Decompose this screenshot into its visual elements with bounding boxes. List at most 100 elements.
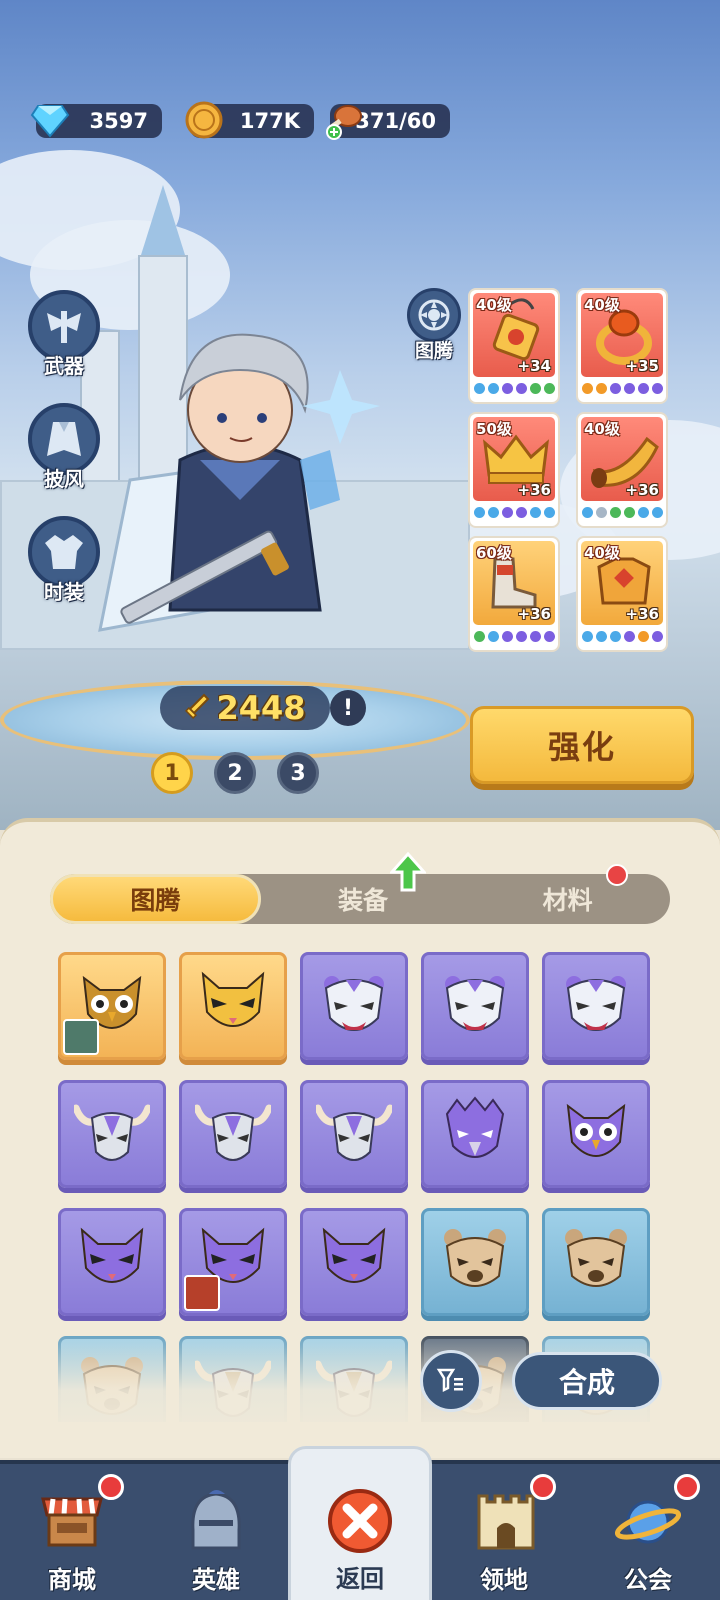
equipment-bonus: +34 [517,357,551,375]
totem-tile-cat[interactable] [300,1208,408,1316]
nav-territory-badge [530,1474,556,1500]
totem-tile-cat[interactable] [179,1208,287,1316]
merge-button[interactable]: 合成 [512,1352,662,1410]
equipped-hero-avatar [63,1019,99,1055]
filter-button[interactable] [420,1350,482,1412]
owl-mask-icon [566,1103,626,1157]
gem-slots [581,507,663,518]
strengthen-button[interactable]: 强化 [470,706,694,784]
totem-tile-cat[interactable] [58,1208,166,1316]
nav-return-label: 返回 [336,1565,384,1593]
combat-power: 2448 [160,686,330,730]
equipment-bonus: +36 [625,481,659,499]
equipment-bonus: +35 [625,357,659,375]
gem-slots [581,383,663,394]
equipment-level: 40级 [476,296,512,314]
nav-return[interactable]: 返回 [288,1446,432,1600]
stamina-counter[interactable]: 371/60 [326,104,450,140]
nav-hero[interactable]: 英雄 [144,1464,288,1600]
totem-tile-tiger[interactable] [421,952,529,1060]
totem-tile-owl[interactable] [58,952,166,1060]
totem-tile-owl[interactable] [542,1080,650,1188]
loadout-page-1[interactable]: 1 [151,752,193,794]
cat-mask-icon [201,971,265,1027]
hero-character [90,310,390,690]
tab-totem[interactable]: 图腾 [50,874,261,924]
bear-mask-icon [565,1229,627,1287]
tab-equipment[interactable]: 装备 [261,874,466,924]
totem-tile-bear[interactable] [542,1208,650,1316]
nav-territory[interactable]: 领地 [432,1464,576,1600]
equipment-slot-amulet[interactable]: 40级 +34 [468,288,560,404]
gem-slots [473,383,555,394]
totem-tile-bull[interactable] [58,1080,166,1188]
bull-mask-icon [316,1104,392,1161]
bottom-nav: 商城 英雄 返回 领地 公会 [0,1446,720,1600]
equipment-art: 40级 +36 [581,541,663,625]
equipment-art: 40级 +36 [581,417,663,501]
equipment-art: 50级 +36 [473,417,555,501]
totem-tile-eagle[interactable] [421,1080,529,1188]
bull-mask-icon [74,1104,150,1161]
loadout-page-3[interactable]: 3 [277,752,319,794]
nav-hero-label: 英雄 [192,1566,240,1594]
castle-icon [468,1486,540,1558]
nav-shop-badge [98,1474,124,1500]
nav-shop-label: 商城 [48,1566,96,1594]
sword-power-icon [185,693,210,720]
totem-tile-cat[interactable] [179,952,287,1060]
equipment-art: 40级 +35 [581,293,663,377]
totem-tile-tiger[interactable] [542,952,650,1060]
equipment-art: 60级 +36 [473,541,555,625]
equipment-level: 60级 [476,544,512,562]
equipment-slot-horn[interactable]: 40级 +36 [576,412,668,528]
tab-materials[interactable]: 材料 [465,874,670,924]
equipped-hero-avatar [184,1275,220,1311]
cloak-label: 披风 [44,467,84,491]
totem-icon [407,288,461,342]
diamond-count: 3597 [89,109,148,133]
equipment-bonus: +36 [517,605,551,623]
equipment-level: 40级 [584,296,620,314]
stamina-count: 371/60 [355,109,436,133]
nav-guild[interactable]: 公会 [576,1464,720,1600]
cat-mask-icon [322,1227,386,1283]
totem-tile-bear[interactable] [421,1208,529,1316]
totem-label: 图腾 [414,340,453,362]
totem-tile-bull[interactable] [179,1080,287,1188]
meat-plus-icon [322,98,366,142]
nav-territory-label: 领地 [480,1566,528,1594]
upgrade-arrow-icon [390,852,426,892]
nav-shop[interactable]: 商城 [0,1464,144,1600]
equipment-bonus: +36 [625,605,659,623]
gold-coin-icon [182,98,226,142]
gold-counter[interactable]: 177K [185,101,314,139]
totem-tile-tiger[interactable] [300,952,408,1060]
close-icon [324,1485,396,1557]
tiger-mask-icon [324,976,384,1031]
gold-count: 177K [239,109,300,133]
totem-tile-bull[interactable] [300,1080,408,1188]
nav-guild-badge [674,1474,700,1500]
equipment-slot-armor[interactable]: 40级 +36 [576,536,668,652]
castle-tower-roof [141,185,185,255]
weapon-label: 武器 [44,354,84,378]
tiger-mask-icon [445,976,505,1031]
costume-label: 时装 [44,580,84,604]
tiger-mask-icon [566,976,626,1031]
helmet-icon [180,1486,252,1558]
equipment-level: 40级 [584,544,620,562]
gem-slots [473,631,555,642]
bull-mask-icon [195,1104,271,1161]
materials-notification-dot [606,864,628,886]
diamond-icon [28,98,72,142]
equipment-level: 40级 [584,420,620,438]
equipment-slot-boots[interactable]: 60级 +36 [468,536,560,652]
equipment-slot-crown[interactable]: 50级 +36 [468,412,560,528]
nav-guild-label: 公会 [624,1566,672,1594]
power-info-button[interactable]: ! [330,690,366,726]
diamond-counter[interactable]: 3597 [30,104,162,138]
loadout-page-2[interactable]: 2 [214,752,256,794]
equipment-slot-ring[interactable]: 40级 +35 [576,288,668,404]
totem-button[interactable]: 图腾 [404,288,464,363]
